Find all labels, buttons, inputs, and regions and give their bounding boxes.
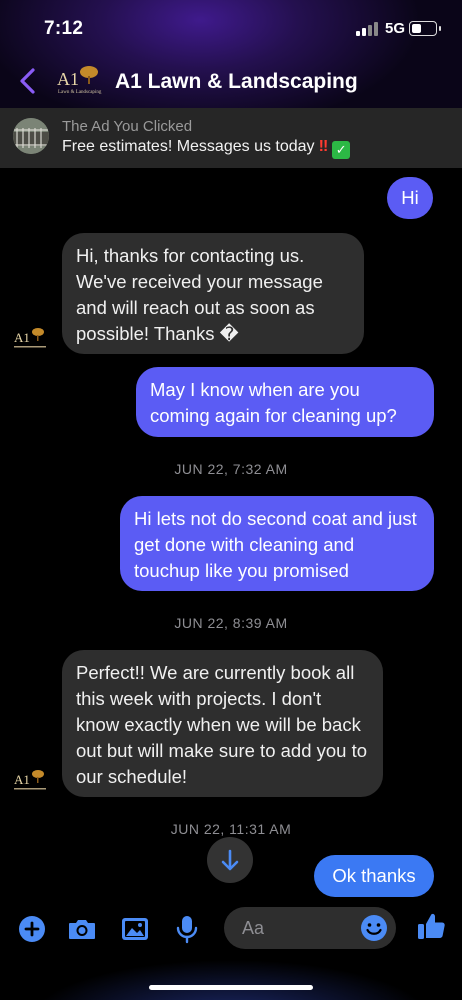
message-outgoing[interactable]: Hi lets not do second coat and just get … <box>120 496 434 591</box>
double-exclamation-emoji: ‼ <box>318 138 329 155</box>
business-logo[interactable]: A1 Lawn & Landscaping <box>56 64 102 96</box>
logo-text: A1 <box>57 69 79 89</box>
signal-icon <box>356 22 380 36</box>
image-icon[interactable] <box>120 914 150 944</box>
status-time: 7:12 <box>44 18 84 39</box>
scroll-to-bottom-button[interactable] <box>207 837 253 883</box>
home-indicator[interactable] <box>149 985 313 990</box>
message-incoming[interactable]: Hi, thanks for contacting us. We've rece… <box>62 233 364 354</box>
microphone-icon[interactable] <box>172 914 202 944</box>
timestamp: JUN 22, 11:31 AM <box>170 821 292 837</box>
network-label: 5G <box>385 20 406 37</box>
svg-text:A1: A1 <box>14 330 30 345</box>
chat-header: A1 Lawn & Landscaping A1 Lawn & Landscap… <box>0 56 462 108</box>
message-outgoing[interactable]: Ok thanks <box>314 855 434 897</box>
svg-text:A1: A1 <box>14 772 30 787</box>
message-input[interactable]: Aa <box>224 907 396 949</box>
battery-icon <box>409 21 441 36</box>
sender-avatar: A1 <box>14 328 46 348</box>
message-composer: Aa <box>0 900 462 960</box>
plus-icon[interactable] <box>17 914 47 944</box>
ad-text: Free estimates! Messages us today ‼ ✓ <box>62 138 351 159</box>
arrow-down-icon <box>221 849 239 871</box>
ad-thumbnail <box>13 118 49 154</box>
chevron-left-icon[interactable] <box>16 66 40 96</box>
logo-subtext: Lawn & Landscaping <box>58 90 102 95</box>
chat-title[interactable]: A1 Lawn & Landscaping <box>115 70 358 94</box>
sender-avatar: A1 <box>14 770 46 790</box>
message-outgoing[interactable]: May I know when are you coming again for… <box>136 367 434 437</box>
ad-banner[interactable]: The Ad You Clicked Free estimates! Messa… <box>0 108 462 168</box>
message-input-placeholder: Aa <box>242 918 265 938</box>
timestamp: JUN 22, 7:32 AM <box>174 461 288 477</box>
status-bar: 7:12 5G <box>0 0 462 56</box>
ad-label: The Ad You Clicked <box>62 118 193 135</box>
smiley-icon[interactable] <box>360 914 388 942</box>
timestamp: JUN 22, 8:39 AM <box>174 615 288 631</box>
check-mark-emoji: ✓ <box>332 141 351 159</box>
camera-icon[interactable] <box>67 914 97 944</box>
message-incoming[interactable]: Perfect!! We are currently book all this… <box>62 650 383 797</box>
message-outgoing[interactable]: Hi <box>387 177 433 219</box>
thumbs-up-icon[interactable] <box>415 910 447 942</box>
